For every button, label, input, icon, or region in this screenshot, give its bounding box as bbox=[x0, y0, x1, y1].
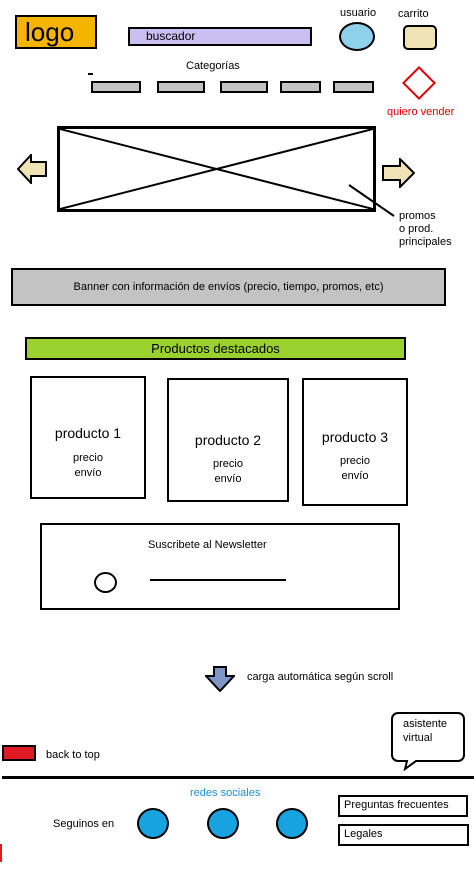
product-card-2[interactable]: producto 2 precio envío bbox=[167, 378, 289, 502]
back-to-top-link[interactable]: back to top bbox=[46, 749, 100, 761]
shipping-banner[interactable]: Banner con información de envíos (precio… bbox=[11, 268, 446, 306]
product-price: precio bbox=[340, 455, 370, 467]
product-shipping: envío bbox=[214, 473, 242, 485]
sell-diamond-icon[interactable] bbox=[402, 66, 436, 100]
product-name: producto 2 bbox=[194, 432, 262, 448]
assistant-line: asistente bbox=[403, 718, 448, 730]
legal-link[interactable]: Legales bbox=[338, 824, 469, 846]
hero-carousel[interactable] bbox=[57, 126, 376, 212]
logo[interactable]: logo bbox=[15, 15, 97, 49]
product-shipping: envío bbox=[74, 467, 102, 479]
newsletter-title: Suscribete al Newsletter bbox=[148, 539, 267, 551]
carousel-note: promos o prod. principales bbox=[399, 210, 452, 249]
social-title: redes sociales bbox=[190, 787, 261, 799]
autoload-label: carga automática según scroll bbox=[247, 671, 394, 683]
category-item-4[interactable] bbox=[280, 81, 321, 93]
product-card-1[interactable]: producto 1 precio envío bbox=[30, 376, 146, 499]
cart-label: carrito bbox=[398, 8, 429, 20]
product-card-3[interactable]: producto 3 precio envío bbox=[302, 378, 408, 506]
annotation-pointer bbox=[348, 184, 395, 217]
category-marker bbox=[88, 73, 93, 75]
user-label: usuario bbox=[340, 7, 377, 19]
assistant-line: virtual bbox=[403, 732, 433, 744]
newsletter-box bbox=[40, 523, 400, 610]
carousel-note-line: o prod. bbox=[399, 223, 434, 235]
product-shipping: envío bbox=[341, 470, 369, 482]
category-item-2[interactable] bbox=[157, 81, 205, 93]
sell-link[interactable]: quiero vender bbox=[387, 106, 454, 118]
carousel-placeholder bbox=[60, 129, 373, 209]
newsletter-email-input[interactable] bbox=[150, 579, 286, 581]
edge-mark bbox=[0, 844, 2, 862]
search-bar[interactable]: buscador bbox=[128, 27, 312, 46]
featured-heading: Productos destacados bbox=[25, 337, 406, 360]
back-to-top-icon[interactable] bbox=[2, 745, 36, 761]
categories-label: Categorías bbox=[186, 60, 240, 72]
faq-link[interactable]: Preguntas frecuentes bbox=[338, 795, 468, 817]
follow-label: Seguinos en bbox=[53, 818, 115, 830]
carousel-prev-icon[interactable] bbox=[17, 154, 47, 184]
cart-icon[interactable] bbox=[403, 25, 437, 50]
product-name: producto 1 bbox=[54, 425, 122, 441]
category-item-3[interactable] bbox=[220, 81, 268, 93]
footer-divider bbox=[2, 776, 474, 779]
social-icon-1[interactable] bbox=[137, 808, 169, 839]
social-icon-3[interactable] bbox=[276, 808, 308, 839]
arrow-down-icon bbox=[205, 666, 235, 692]
product-price: precio bbox=[73, 452, 103, 464]
product-price: precio bbox=[213, 458, 243, 470]
carousel-note-line: promos bbox=[399, 210, 436, 222]
product-name: producto 3 bbox=[321, 429, 389, 445]
carousel-note-line: principales bbox=[399, 236, 452, 248]
category-item-1[interactable] bbox=[91, 81, 141, 93]
assistant-label[interactable]: asistente virtual bbox=[403, 717, 447, 745]
newsletter-radio[interactable] bbox=[94, 572, 117, 593]
category-item-5[interactable] bbox=[333, 81, 374, 93]
user-icon[interactable] bbox=[339, 22, 375, 51]
social-icon-2[interactable] bbox=[207, 808, 239, 839]
